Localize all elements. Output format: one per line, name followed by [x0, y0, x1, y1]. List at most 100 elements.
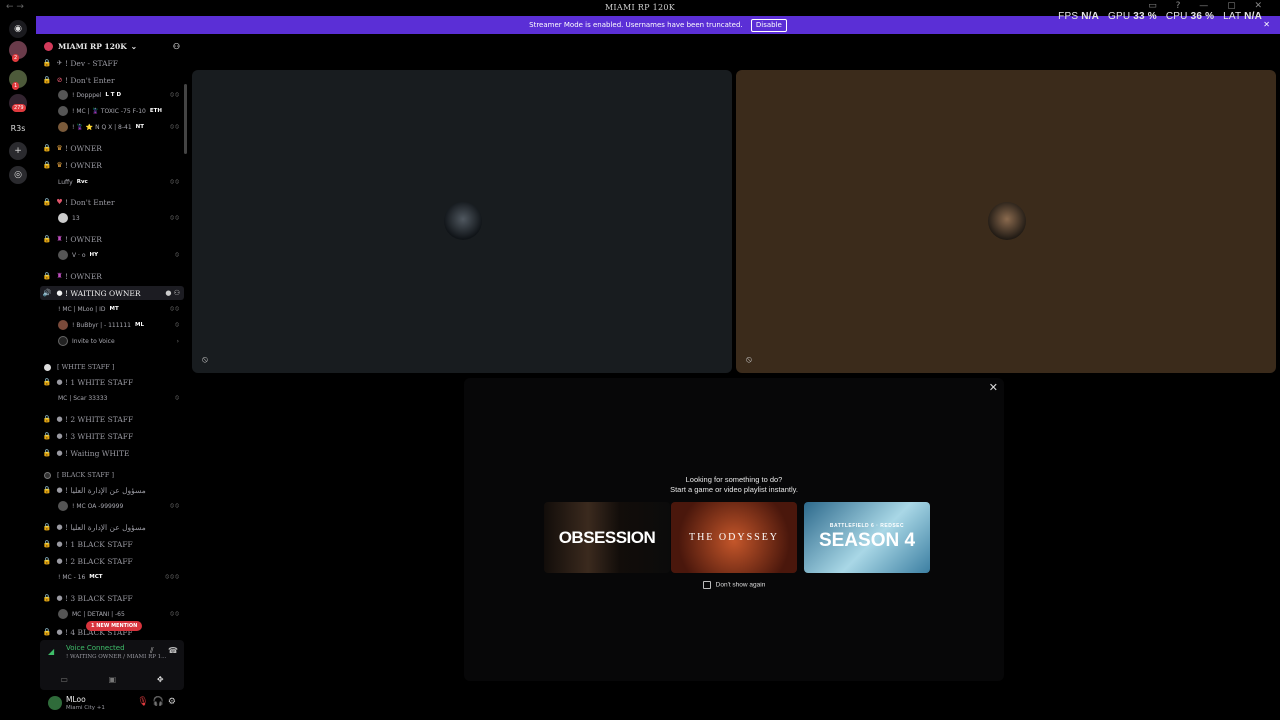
lock-icon: 🔒	[42, 523, 52, 531]
voice-channel[interactable]: 🔒 ♜! OWNER	[40, 269, 184, 283]
voice-channel[interactable]: 🔒 ●! مسؤول عن الإدارة العليا	[40, 483, 184, 497]
window-controls[interactable]: ▭ ? — ▢ ✕	[1148, 1, 1270, 11]
voice-channel[interactable]: 🔒 ●! مسؤول عن الإدارة العليا	[40, 520, 184, 534]
voice-user[interactable]: MC | DETANI | -65 ⦸⦸	[58, 607, 184, 621]
avatar	[58, 250, 68, 260]
voice-tile[interactable]: ⦸	[192, 70, 732, 373]
voice-channel[interactable]: 🔒 ●! 2 WHITE STAFF	[40, 412, 184, 426]
activity-card-obsession[interactable]: OBSESSION	[544, 502, 670, 573]
channel-name: ! OWNER	[65, 143, 102, 153]
voice-channel[interactable]: 🔒 ●! 3 BLACK STAFF	[40, 591, 184, 605]
muted-icon: ⦸⦸	[170, 91, 180, 98]
activities-icon[interactable]: ✥	[157, 675, 164, 684]
lock-icon: 🔒	[42, 144, 52, 152]
lock-icon: 🔒	[42, 198, 52, 206]
gear-icon[interactable]: ⚙	[168, 697, 180, 707]
discord-home-icon[interactable]: ◉	[9, 20, 27, 38]
voice-user[interactable]: ! 🦹 ⭐ N Q X | 8-41 NT ⦸⦸	[58, 120, 184, 134]
lock-icon: 🔒	[42, 486, 52, 494]
channel-name: ! Don't Enter	[65, 197, 115, 207]
voice-channel[interactable]: 🔒 ●! Waiting WHITE	[40, 446, 184, 460]
category-black-staff[interactable]: [ BLACK STAFF ]	[44, 469, 184, 481]
category-label: [ WHITE STAFF ]	[57, 363, 115, 371]
voice-channel[interactable]: 🔒 ♥! Don't Enter	[40, 195, 184, 209]
disable-button[interactable]: Disable	[750, 19, 787, 32]
lock-icon: 🔒	[42, 272, 52, 280]
disconnect-icon[interactable]: ☎	[168, 646, 178, 655]
voice-channel[interactable]: 🔒 ♛! OWNER	[40, 141, 184, 155]
new-mention-pill[interactable]: 1 NEW MENTION	[86, 621, 143, 631]
close-icon[interactable]: ✕	[989, 381, 998, 394]
voice-user[interactable]: ! MC - 16 MCT ⦸⦸⦸	[58, 570, 184, 584]
signal-icon[interactable]: ◢	[48, 647, 54, 656]
add-person-icon[interactable]: ⚇	[173, 41, 180, 51]
user-status: Miami City +1	[66, 705, 105, 711]
channel-emoji-icon: ●	[56, 486, 63, 494]
voice-user[interactable]: V · o HY ⦸	[58, 248, 184, 262]
voice-channel[interactable]: 🔒 ●! 2 BLACK STAFF	[40, 554, 184, 568]
add-server-icon[interactable]: +	[9, 142, 27, 160]
dont-show-again[interactable]: Don't show again	[464, 581, 1004, 589]
muted-icon: ⦸⦸	[170, 214, 180, 221]
headphones-icon[interactable]: 🎧	[153, 697, 168, 707]
channel-sidebar: MIAMI RP 120K ⌄ ⚇ 🔒 ✈! Dev - STAFF 🔒 ⊘! Do…	[36, 34, 188, 720]
avatar[interactable]	[48, 696, 62, 710]
user-name[interactable]: MLoo	[66, 695, 86, 704]
gpu-label: GPU	[1108, 11, 1131, 22]
channel-name: ! Waiting WHITE	[65, 448, 130, 458]
voice-user[interactable]: MC | Scar 33333 ⦸	[58, 391, 184, 405]
activity-card-odyssey[interactable]: THE ODYSSEY	[671, 502, 797, 573]
heart-icon: ♥	[56, 198, 63, 206]
user-name: ! MC OA -999999	[72, 502, 124, 510]
channel-name: ! Dev - STAFF	[65, 58, 118, 68]
activity-subheadline: Start a game or video playlist instantly…	[670, 485, 798, 494]
voice-channel[interactable]: 🔒 ♜! OWNER	[40, 232, 184, 246]
channel-emoji-icon: ●	[56, 594, 63, 602]
voice-channel[interactable]: 🔒 ♛! OWNER	[40, 158, 184, 172]
voice-user[interactable]: ! MC OA -999999 ⦸⦸	[58, 499, 184, 513]
voice-channel[interactable]: 🔒 ✈! Dev - STAFF	[40, 56, 184, 70]
camera-icon[interactable]: ▭	[60, 675, 68, 684]
category-white-staff[interactable]: [ WHITE STAFF ]	[44, 361, 184, 373]
lock-icon: 🔒	[42, 594, 52, 602]
voice-channel-selected[interactable]: 🔊 ●! WAITING OWNER ● ⚇	[40, 286, 184, 300]
user-name: ! MC | MLoo | ID	[58, 305, 106, 313]
mic-muted-icon[interactable]: 🎙	[137, 697, 152, 707]
activity-card-battlefield[interactable]: BATTLEFIELD 6 · REDSEC SEASON 4	[804, 502, 930, 573]
lat-value: N/A	[1244, 11, 1262, 22]
lock-icon: 🔒	[42, 235, 52, 243]
lock-icon: 🔒	[42, 59, 52, 67]
banner-message: Streamer Mode is enabled. Usernames have…	[529, 21, 743, 29]
voice-channel[interactable]: 🔒 ●! 1 WHITE STAFF	[40, 375, 184, 389]
discover-icon[interactable]: ◎	[9, 166, 27, 184]
cpu-label: CPU	[1165, 11, 1188, 22]
voice-user[interactable]: ! MC | 🦹 TOXIC -75 F-10 ETH	[58, 104, 184, 118]
fps-label: FPS	[1058, 11, 1079, 22]
voice-tile[interactable]: ⦸	[736, 70, 1276, 373]
user-name: ! BuBbyr | - 111111	[72, 321, 131, 329]
user-name: ! Dopppel	[72, 91, 102, 99]
user-name: 13	[72, 214, 80, 222]
muted-icon: ⦸	[175, 321, 180, 328]
voice-user[interactable]: 13 ⦸⦸	[58, 211, 184, 225]
voice-status[interactable]: Voice Connected	[66, 644, 125, 652]
screen-share-icon[interactable]: ▣	[109, 675, 117, 684]
invite-to-voice[interactable]: Invite to Voice ›	[58, 334, 184, 348]
server-text-icon[interactable]: R3s	[9, 119, 27, 137]
server-header[interactable]: MIAMI RP 120K ⌄ ⚇	[36, 34, 188, 58]
avatar	[58, 320, 68, 330]
voice-user[interactable]: ! BuBbyr | - 111111 ML ⦸	[58, 318, 184, 332]
voice-channel[interactable]: 🔒 ●! 1 BLACK STAFF	[40, 537, 184, 551]
checkbox[interactable]	[702, 581, 711, 589]
voice-channel[interactable]: 🔒 ●! 3 WHITE STAFF	[40, 429, 184, 443]
user-tag: L T D	[105, 92, 122, 98]
scrollbar[interactable]	[184, 84, 187, 154]
noise-suppression-icon[interactable]: ⫽	[150, 646, 154, 656]
voice-user[interactable]: ! Dopppel L T D ⦸⦸	[58, 88, 184, 102]
voice-channel[interactable]: 🔒 ⊘! Don't Enter	[40, 73, 184, 87]
voice-user[interactable]: ! MC | MLoo | ID MT ⦸⦸	[58, 302, 184, 316]
channel-emoji-icon: ●	[56, 432, 63, 440]
chat-and-invite-icon[interactable]: ● ⚇	[165, 289, 180, 297]
channel-emoji-icon: ●	[56, 628, 63, 636]
voice-user[interactable]: Luffy Rvc ⦸⦸	[58, 175, 184, 189]
